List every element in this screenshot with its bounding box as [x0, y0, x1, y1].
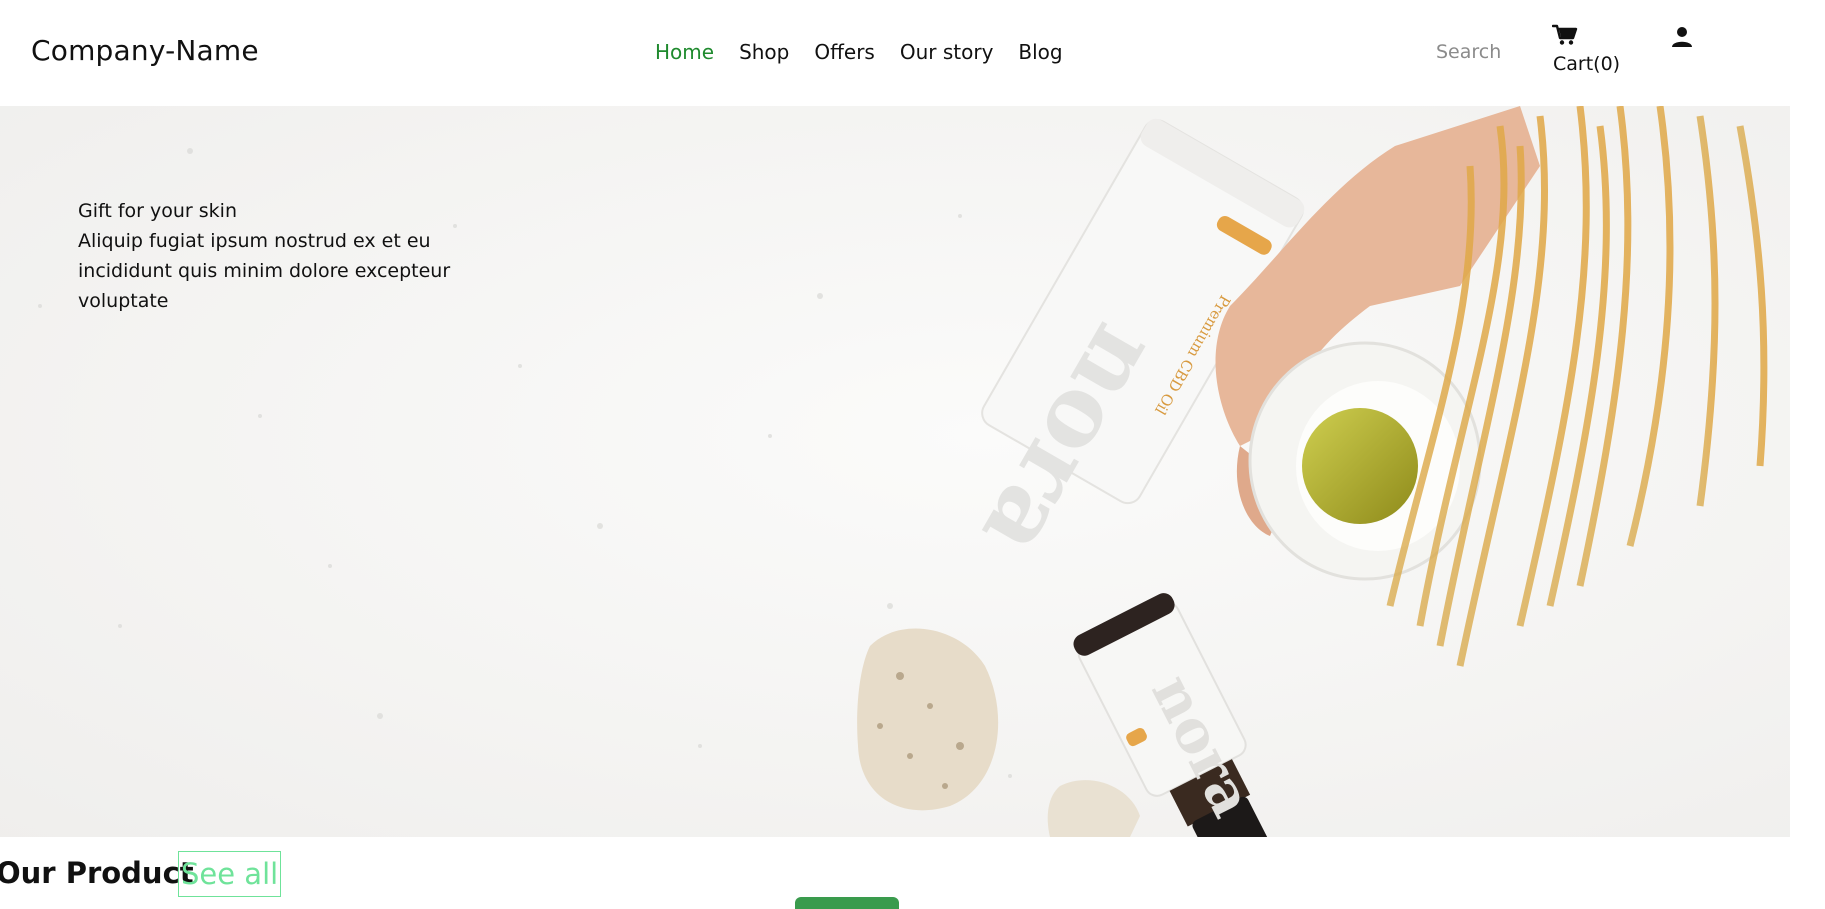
- user-icon[interactable]: [1670, 25, 1694, 49]
- cart-button[interactable]: Cart(0): [1552, 24, 1632, 80]
- nav-our-story[interactable]: Our story: [900, 40, 994, 64]
- hero-banner: nora Premium CBD Oil nora Gift for your …: [0, 106, 1790, 837]
- cart-label: Cart(0): [1553, 53, 1621, 75]
- hero-title: Gift for your skin: [78, 200, 237, 222]
- nav-shop[interactable]: Shop: [739, 40, 789, 64]
- nav-blog[interactable]: Blog: [1018, 40, 1062, 64]
- nav-offers[interactable]: Offers: [814, 40, 874, 64]
- products-section-title: Our Product: [0, 856, 194, 890]
- cart-icon: [1552, 24, 1578, 45]
- nav-home[interactable]: Home: [655, 40, 714, 64]
- hero-body: Aliquip fugiat ipsum nostrud ex et eu in…: [78, 230, 451, 312]
- search-input[interactable]: [1424, 32, 1534, 72]
- product-card-tab[interactable]: [795, 897, 899, 909]
- hero-copy: Gift for your skin Aliquip fugiat ipsum …: [78, 196, 458, 316]
- site-header: Company-Name Home Shop Offers Our story …: [0, 0, 1825, 106]
- see-all-button[interactable]: See all: [178, 851, 282, 897]
- main-nav: Home Shop Offers Our story Blog: [655, 40, 1088, 64]
- company-logo[interactable]: Company-Name: [31, 34, 259, 67]
